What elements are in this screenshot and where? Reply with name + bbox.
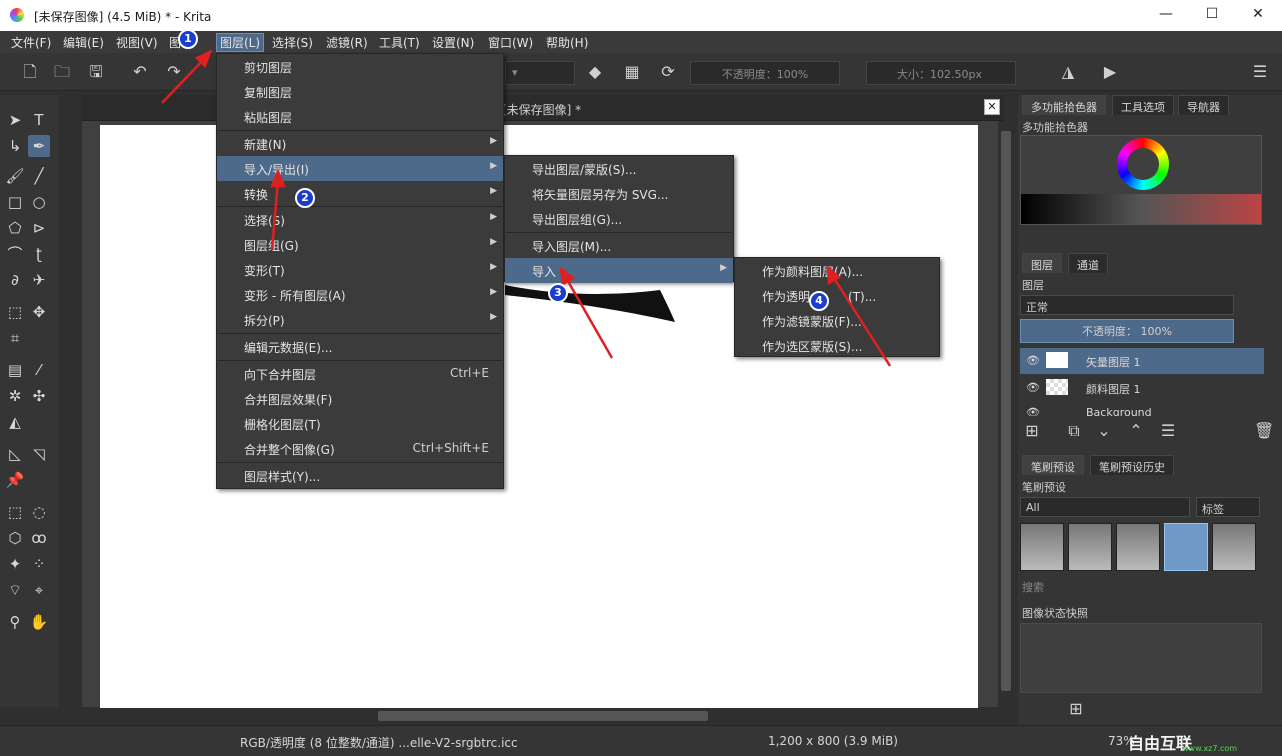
arrow-1 xyxy=(161,57,206,104)
arrow-3 xyxy=(563,275,614,359)
step-badge-1: 1 xyxy=(178,29,198,49)
annotation-arrows xyxy=(161,49,892,367)
step-badge-2: 2 xyxy=(295,188,315,208)
step-badge-3: 3 xyxy=(548,283,568,303)
arrow-2 xyxy=(270,179,280,251)
step-badge-4: 4 xyxy=(809,291,829,311)
arrow-4 xyxy=(830,274,892,367)
